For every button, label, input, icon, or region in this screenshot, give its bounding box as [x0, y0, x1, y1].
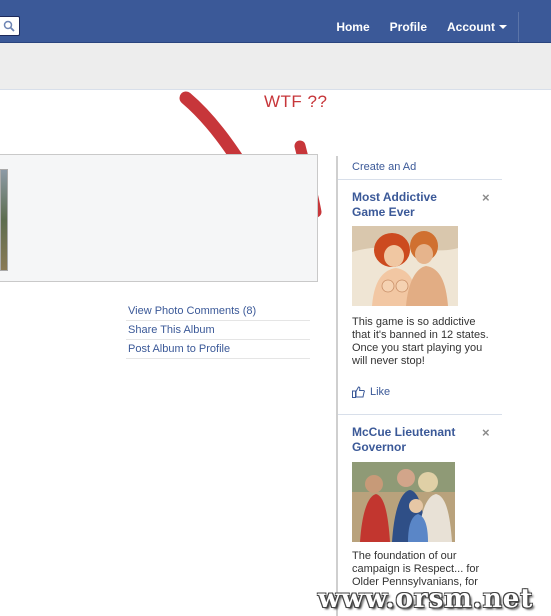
share-album-link[interactable]: Share This Album — [126, 321, 310, 340]
ad-image-game[interactable] — [352, 226, 458, 306]
close-icon[interactable]: × — [482, 190, 490, 205]
ad-like-button[interactable]: Like — [352, 386, 390, 398]
album-photo-thumbnail[interactable] — [0, 169, 8, 271]
album-photo-strip — [0, 154, 318, 282]
ads-sidebar: Create an Ad Most Addictive Game Ever × … — [336, 156, 502, 616]
watermark: www.orsm.net — [318, 584, 534, 614]
thumbs-up-icon — [352, 386, 365, 398]
ad-divider — [338, 179, 502, 180]
close-icon[interactable]: × — [482, 425, 490, 440]
post-album-link[interactable]: Post Album to Profile — [126, 340, 310, 359]
ad-divider — [338, 414, 502, 415]
ad-title-mccue[interactable]: McCue Lieutenant Governor — [352, 425, 472, 455]
view-photo-comments-link[interactable]: View Photo Comments (8) — [126, 302, 310, 321]
ad-body-game: This game is so addictive that it's bann… — [352, 316, 489, 367]
album-actions: View Photo Comments (8) Share This Album… — [126, 302, 310, 359]
like-label: Like — [370, 386, 391, 398]
ad-image-family[interactable] — [352, 462, 455, 542]
ad-title-game[interactable]: Most Addictive Game Ever — [352, 190, 472, 220]
create-ad-link[interactable]: Create an Ad — [352, 161, 416, 173]
